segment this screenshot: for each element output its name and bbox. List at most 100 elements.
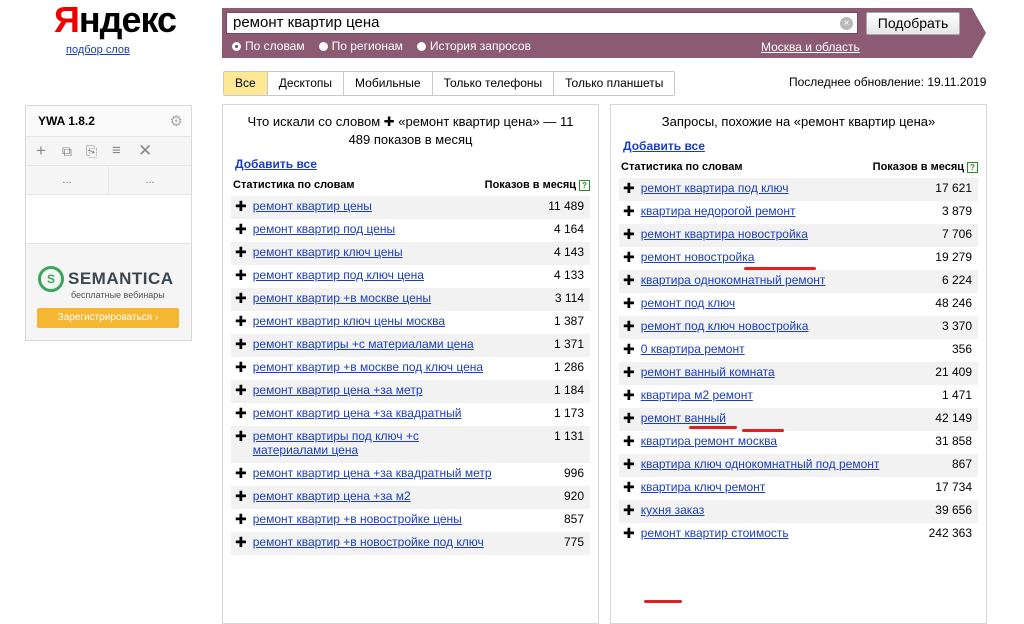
add-plus-icon[interactable]: ✚	[623, 526, 635, 540]
query-link[interactable]: 0 квартира ремонт	[641, 342, 745, 356]
tab-desktops[interactable]: Десктопы	[267, 72, 345, 95]
sort-icon[interactable]: ≡	[112, 142, 121, 159]
query-link[interactable]: ремонт квартиры под ключ +с материалами …	[253, 429, 497, 457]
query-link[interactable]: ремонт квартир цена +за квадратный метр	[253, 466, 492, 480]
query-link[interactable]: квартира ключ однокомнатный под ремонт	[641, 457, 880, 471]
add-plus-icon[interactable]: ✚	[623, 250, 635, 264]
impressions-count: 1 471	[941, 388, 972, 402]
impressions-count: 1 286	[553, 360, 584, 374]
close-icon[interactable]: ✕	[138, 141, 152, 161]
add-plus-icon[interactable]: ✚	[235, 291, 247, 305]
query-link[interactable]: кухня заказ	[641, 503, 705, 517]
add-plus-icon[interactable]: ✚	[235, 489, 247, 503]
radio-history[interactable]: История запросов	[416, 39, 531, 53]
add-plus-icon[interactable]: ✚	[623, 503, 635, 517]
add-plus-icon[interactable]: ✚	[623, 319, 635, 333]
table-row: ✚ ремонт под ключ новостройка 3 370	[619, 316, 978, 339]
add-plus-icon[interactable]: ✚	[623, 434, 635, 448]
add-plus-icon[interactable]: ✚	[623, 204, 635, 218]
add-plus-icon[interactable]: ✚	[623, 227, 635, 241]
copy-icon[interactable]: ⧉	[62, 143, 72, 160]
query-link[interactable]: ремонт квартир +в москве цены	[253, 291, 431, 305]
region-link[interactable]: Москва и область	[761, 40, 860, 54]
add-plus-icon[interactable]: ✚	[235, 360, 247, 374]
query-link[interactable]: ремонт квартир под цены	[253, 222, 395, 236]
table-row: ✚ ремонт ванный 42 149	[619, 408, 978, 431]
add-plus-icon[interactable]: ✚	[623, 296, 635, 310]
help-icon[interactable]: ?	[967, 161, 978, 173]
add-plus-icon[interactable]: ✚	[235, 337, 247, 351]
query-link[interactable]: ремонт под ключ новостройка	[641, 319, 809, 333]
gear-icon[interactable]: ⚙	[170, 112, 183, 130]
yandex-logo[interactable]: Яндекс	[54, 2, 177, 38]
radio-by-regions[interactable]: По регионам	[318, 39, 403, 53]
add-plus-icon[interactable]: ✚	[235, 314, 247, 328]
add-plus-icon[interactable]: ✚	[623, 273, 635, 287]
query-link[interactable]: квартира однокомнатный ремонт	[641, 273, 826, 287]
add-plus-icon[interactable]: ✚	[235, 429, 247, 457]
radio-unchecked-icon	[416, 41, 426, 51]
query-link[interactable]: ремонт квартир цены	[253, 199, 372, 213]
ywa-title: YWA 1.8.2	[38, 114, 95, 128]
help-icon[interactable]: ?	[579, 179, 590, 191]
add-icon[interactable]: +	[36, 141, 46, 161]
semantica-logo[interactable]: S SEMANTICA	[38, 266, 174, 292]
query-link[interactable]: ремонт квартир +в москве под ключ цена	[253, 360, 483, 374]
add-plus-icon[interactable]: ✚	[235, 535, 247, 549]
export-icon[interactable]: ⎘	[86, 143, 97, 160]
query-link[interactable]: ремонт квартир ключ цены	[253, 245, 403, 259]
query-link[interactable]: квартира недорогой ремонт	[641, 204, 796, 218]
tab-phones-only[interactable]: Только телефоны	[432, 72, 555, 95]
query-link[interactable]: квартира ключ ремонт	[641, 480, 766, 494]
clear-icon[interactable]: ×	[840, 17, 853, 30]
impressions-count: 1 371	[553, 337, 584, 351]
add-all-link[interactable]: Добавить все	[235, 157, 598, 171]
tab-tablets-only[interactable]: Только планшеты	[554, 72, 675, 95]
add-plus-icon[interactable]: ✚	[623, 388, 635, 402]
impressions-count: 11 489	[548, 199, 584, 213]
query-link[interactable]: ремонт квартира новостройка	[641, 227, 808, 241]
query-link[interactable]: ремонт квартир ключ цены москва	[253, 314, 445, 328]
query-link[interactable]: ремонт квартир цена +за метр	[253, 383, 423, 397]
add-plus-icon[interactable]: ✚	[235, 199, 247, 213]
query-link[interactable]: квартира ремонт москва	[641, 434, 777, 448]
query-link[interactable]: ремонт ванный комната	[641, 365, 775, 379]
add-plus-icon[interactable]: ✚	[623, 365, 635, 379]
add-plus-icon[interactable]: ✚	[235, 406, 247, 420]
query-link[interactable]: ремонт квартира под ключ	[641, 181, 789, 195]
add-plus-icon[interactable]: ✚	[623, 181, 635, 195]
add-plus-icon[interactable]: ✚	[235, 512, 247, 526]
submit-button[interactable]: Подобрать	[866, 12, 960, 35]
query-link[interactable]: ремонт квартир цена +за м2	[253, 489, 411, 503]
add-plus-icon[interactable]: ✚	[235, 466, 247, 480]
tab-mobile[interactable]: Мобильные	[344, 72, 433, 95]
register-button[interactable]: Зарегистрироваться ›	[37, 308, 179, 328]
impressions-count: 42 149	[935, 411, 972, 425]
search-input[interactable]: ремонт квартир цена	[226, 12, 858, 34]
query-link[interactable]: ремонт квартир стоимость	[641, 526, 789, 540]
add-plus-icon[interactable]: ✚	[623, 457, 635, 471]
table-row: ✚ ремонт квартир +в новостройке под ключ 7…	[231, 532, 590, 555]
query-link[interactable]: ремонт квартиры +с материалами цена	[253, 337, 474, 351]
table-row: ✚ ремонт под ключ 48 246	[619, 293, 978, 316]
query-link[interactable]: ремонт квартир цена +за квадратный	[253, 406, 462, 420]
impressions-count: 3 114	[554, 291, 584, 305]
query-link[interactable]: ремонт под ключ	[641, 296, 735, 310]
tab-all[interactable]: Все	[224, 72, 268, 95]
wordstat-link[interactable]: подбор слов	[66, 44, 130, 56]
add-plus-icon[interactable]: ✚	[623, 342, 635, 356]
radio-by-words[interactable]: По словам	[232, 39, 305, 53]
add-plus-icon[interactable]: ✚	[235, 383, 247, 397]
add-plus-icon[interactable]: ✚	[235, 245, 247, 259]
add-all-link[interactable]: Добавить все	[623, 139, 986, 153]
add-plus-icon[interactable]: ✚	[235, 268, 247, 282]
query-link[interactable]: ремонт квартир под ключ цена	[253, 268, 424, 282]
add-plus-icon[interactable]: ✚	[623, 480, 635, 494]
add-plus-icon[interactable]: ✚	[235, 222, 247, 236]
query-link[interactable]: ремонт квартир +в новостройке под ключ	[253, 535, 484, 549]
add-plus-icon[interactable]: ✚	[623, 411, 635, 425]
query-link[interactable]: ремонт квартир +в новостройке цены	[253, 512, 462, 526]
query-link[interactable]: квартира м2 ремонт	[641, 388, 753, 402]
query-link[interactable]: ремонт ванный	[641, 411, 726, 425]
query-link[interactable]: ремонт новостройка	[641, 250, 755, 264]
